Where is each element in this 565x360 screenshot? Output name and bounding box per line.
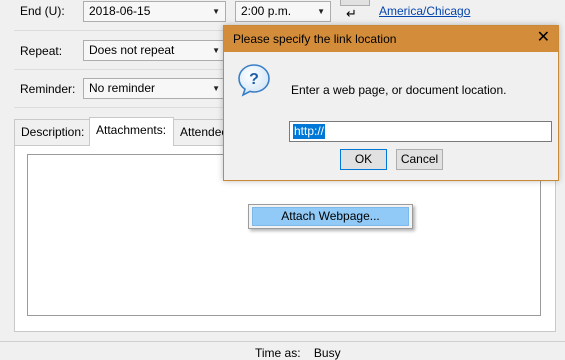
url-input[interactable]: http:// [289,121,552,142]
time-as-label: Time as: [255,346,301,360]
separator [14,107,224,108]
end-time-value: 2:00 p.m. [241,4,292,18]
reminder-value: No reminder [89,81,156,95]
repeat-dropdown[interactable]: Does not repeat ▼ [83,40,226,61]
question-icon: ? [238,64,270,97]
separator [14,69,224,70]
link-location-dialog: Please specify the link location ✕ ? Ent… [223,25,559,181]
dialog-message: Enter a web page, or document location. [291,83,507,97]
context-menu: Attach Webpage... [248,204,413,229]
dialog-title: Please specify the link location [233,32,397,46]
close-icon[interactable]: ✕ [537,29,550,47]
time-as-value: Busy [313,346,341,360]
tab-description[interactable]: Description: [14,119,90,145]
ok-button[interactable]: OK [340,149,387,170]
timezone-link[interactable]: America/Chicago [379,4,470,18]
tab-attachments[interactable]: Attachments: [89,117,174,146]
time-as-status: Time as: Busy [255,346,341,360]
svg-text:?: ? [249,71,259,88]
return-arrow-icon: ↵ [346,6,357,21]
url-input-value: http:// [293,124,326,139]
repeat-value: Does not repeat [89,43,175,57]
repeat-label: Repeat: [20,44,63,58]
chevron-down-icon: ▼ [317,7,325,16]
chevron-down-icon: ▼ [212,46,220,55]
end-label: End (U): [20,4,65,18]
chevron-down-icon: ▼ [212,7,220,16]
separator [0,341,565,342]
tab-attendees[interactable]: Attendees [173,119,229,145]
separator [14,30,224,31]
attach-webpage-menu-item[interactable]: Attach Webpage... [252,207,409,226]
reminder-label: Reminder: [20,82,76,96]
end-time-picker[interactable]: 2:00 p.m. ▼ [235,1,331,22]
end-date-value: 2018-06-15 [89,4,151,18]
dialog-title-bar: Please specify the link location ✕ [224,26,558,52]
reminder-dropdown[interactable]: No reminder ▼ [83,78,226,99]
chevron-down-icon: ▼ [212,84,220,93]
cancel-button[interactable]: Cancel [396,149,443,170]
end-date-picker[interactable]: 2018-06-15 ▼ [83,1,226,22]
